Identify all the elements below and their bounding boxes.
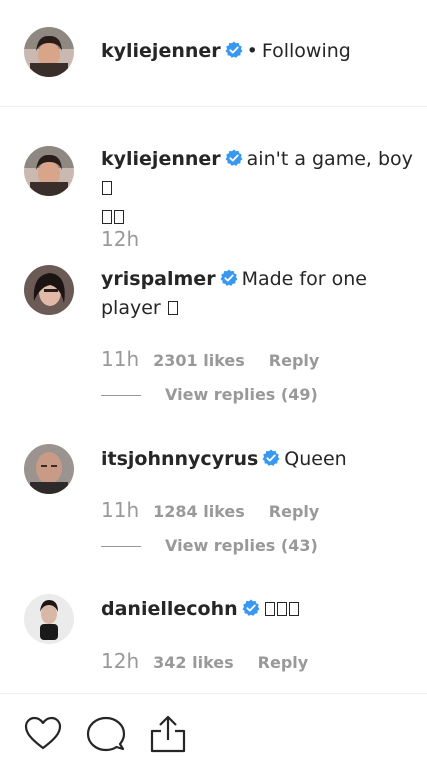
reply-button[interactable]: Reply [269,351,320,370]
comment-time[interactable]: 11h [101,498,139,522]
verified-badge-icon [220,269,238,286]
avatar-image [24,265,74,315]
comment-meta: 12h [101,227,153,251]
verified-badge-icon [225,149,243,166]
comment-button[interactable] [86,714,126,754]
share-button[interactable] [148,714,188,754]
comment-meta: 11h 2301 likes Reply [101,347,319,371]
likes-count[interactable]: 1284 likes [153,502,245,521]
follow-status-button[interactable]: Following [262,40,351,62]
avatar-image [24,444,74,494]
heart-icon [24,716,62,750]
avatar-image [24,594,74,644]
avatar[interactable] [24,594,74,644]
avatar[interactable] [24,444,74,494]
emoji-glyph [114,210,124,224]
emoji-glyph [102,181,112,195]
comment-time[interactable]: 12h [101,649,139,673]
comment-username[interactable]: itsjohnnycyrus [101,448,258,470]
header-username[interactable]: kyliejenner [101,40,221,62]
post-header: kyliejenner • Following [0,0,427,107]
separator-dot: • [246,40,258,62]
comment-username[interactable]: daniellecohn [101,598,238,620]
verified-badge-icon [242,599,260,616]
like-button[interactable] [23,714,63,754]
avatar[interactable] [24,265,74,315]
emoji-glyph [102,210,112,224]
replies-divider [101,546,141,547]
view-replies-label: View replies (43) [165,536,318,555]
avatar-image [24,146,74,196]
comment-text: itsjohnnycyrus Queen [101,445,427,474]
comment-meta: 12h 342 likes Reply [101,649,308,673]
emoji-glyph [264,602,275,616]
verified-badge-icon [225,41,243,58]
likes-count[interactable]: 342 likes [153,653,234,672]
avatar-image [24,27,74,77]
avatar[interactable] [24,27,74,77]
reply-button[interactable]: Reply [258,653,309,672]
comment-text: kyliejenner ain't a game, boy [101,145,427,232]
comment-text: yrispalmer Made for one player [101,265,427,323]
view-replies-link[interactable]: View replies (49) [101,385,318,404]
comment-body: Queen [284,448,347,470]
share-icon [150,715,186,753]
header-line: kyliejenner • Following [101,40,351,62]
comment-icon [86,716,126,752]
comment-time[interactable]: 11h [101,347,139,371]
view-replies-label: View replies (49) [165,385,318,404]
comment-body: ain't a game, boy [246,148,413,170]
comment-username[interactable]: kyliejenner [101,148,221,170]
comment-meta: 11h 1284 likes Reply [101,498,319,522]
view-replies-link[interactable]: View replies (43) [101,536,318,555]
comment-time[interactable]: 12h [101,227,139,251]
emoji-glyph [288,602,299,616]
likes-count[interactable]: 2301 likes [153,351,245,370]
emoji-glyph [276,602,287,616]
reply-button[interactable]: Reply [269,502,320,521]
comment-username[interactable]: yrispalmer [101,268,216,290]
avatar[interactable] [24,146,74,196]
comment-text: daniellecohn [101,595,427,624]
emoji-glyph [167,301,178,315]
replies-divider [101,395,141,396]
action-bar [0,693,427,768]
verified-badge-icon [262,449,280,466]
